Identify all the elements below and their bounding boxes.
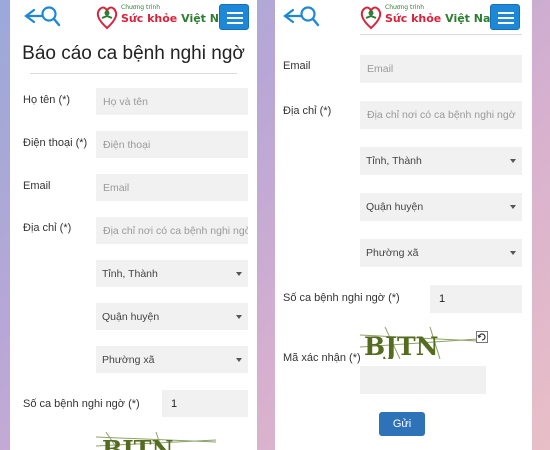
refresh-icon[interactable] [476, 331, 488, 343]
brand-name: Sức khỏe Việt Nam [385, 12, 502, 25]
chevron-down-icon [510, 159, 516, 163]
ward-value: Phường xã [102, 353, 155, 366]
ward-select[interactable]: Phường xã [360, 239, 522, 267]
cases-label: Số ca bệnh nghi ngờ (*) [283, 292, 400, 304]
chevron-down-icon [236, 357, 242, 362]
address-label: Địa chỉ (*) [23, 222, 72, 234]
back-search-icon[interactable] [22, 4, 62, 28]
district-select[interactable]: Quận huyện [360, 193, 522, 221]
province-value: Tỉnh, Thành [366, 155, 422, 167]
heart-logo-icon [96, 6, 118, 30]
province-value: Tỉnh, Thành [102, 267, 158, 280]
chevron-down-icon [236, 314, 242, 319]
chevron-down-icon [236, 271, 242, 276]
chevron-down-icon [510, 205, 516, 209]
title-divider [30, 73, 237, 74]
address-label: Địa chỉ (*) [283, 105, 332, 117]
submit-button[interactable]: Gửi [379, 412, 425, 436]
phone-label: Điện thoại (*) [23, 137, 88, 149]
district-select[interactable]: Quận huyện [96, 303, 248, 330]
cases-input[interactable]: 1 [430, 285, 522, 313]
captcha-image: BJTN [360, 327, 478, 359]
title-divider [360, 34, 522, 35]
brand-logo[interactable]: Chương trình Sức khỏe Việt Nam [357, 2, 502, 32]
province-select[interactable]: Tỉnh, Thành [360, 147, 522, 175]
captcha-image: BJTN [96, 432, 216, 450]
form-panel-top: Chương trình Sức khỏe Việt Nam Báo cáo c… [10, 0, 257, 450]
header: Chương trình Sức khỏe Việt Nam [275, 0, 532, 34]
address-input[interactable]: Địa chỉ nơi có ca bệnh nghi ngờ [96, 217, 248, 244]
province-select[interactable]: Tỉnh, Thành [96, 260, 248, 287]
cases-input[interactable]: 1 [162, 390, 248, 417]
form-panel-bottom: Chương trình Sức khỏe Việt Nam Email Ema… [275, 0, 532, 450]
brand-small: Chương trình [385, 4, 425, 11]
email-label: Email [23, 180, 51, 192]
district-value: Quận huyện [366, 201, 424, 213]
email-label: Email [283, 60, 311, 72]
menu-button[interactable] [219, 4, 249, 30]
chevron-down-icon [510, 251, 516, 255]
brand-logo[interactable]: Chương trình Sức khỏe Việt Nam [93, 2, 238, 32]
cases-label: Số ca bệnh nghi ngờ (*) [23, 398, 140, 410]
district-value: Quận huyện [102, 310, 160, 323]
name-label: Họ tên (*) [23, 94, 71, 106]
header: Chương trình Sức khỏe Việt Nam [10, 0, 257, 34]
email-input[interactable]: Email [360, 55, 522, 83]
menu-button[interactable] [490, 4, 520, 30]
phone-input[interactable]: Điện thoại [96, 131, 248, 158]
back-search-icon[interactable] [281, 4, 321, 28]
email-input[interactable]: Email [96, 174, 248, 201]
address-input[interactable]: Địa chỉ nơi có ca bệnh nghi ngờ [360, 101, 522, 129]
ward-select[interactable]: Phường xã [96, 346, 248, 373]
heart-logo-icon [360, 6, 382, 30]
page-title: Báo cáo ca bệnh nghi ngờ [22, 43, 245, 64]
captcha-input[interactable] [360, 366, 486, 394]
brand-small: Chương trình [121, 4, 161, 11]
svg-text:BJTN: BJTN [364, 332, 438, 359]
captcha-label: Mã xác nhận (*) [283, 352, 361, 364]
ward-value: Phường xã [366, 247, 419, 259]
name-input[interactable]: Họ và tên [96, 88, 248, 115]
svg-text:BJTN: BJTN [102, 435, 173, 450]
